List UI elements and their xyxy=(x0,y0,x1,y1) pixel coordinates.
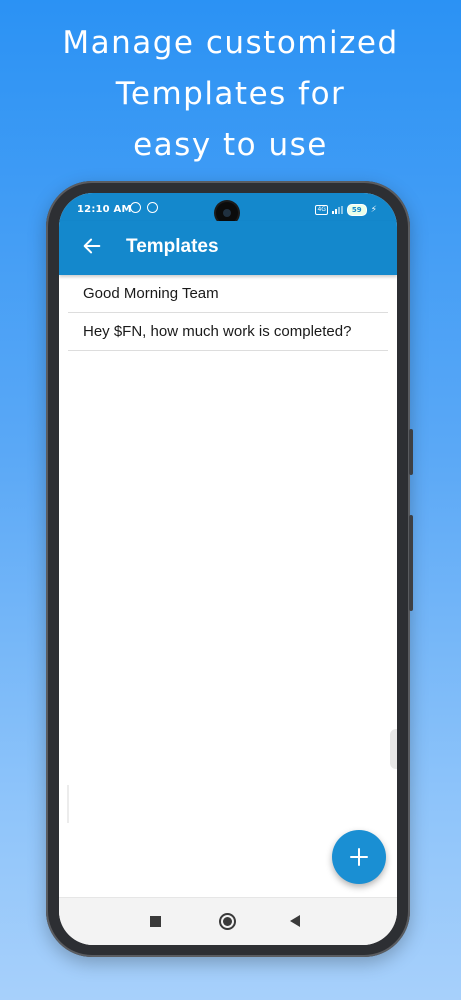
phone-volume-button xyxy=(409,429,413,475)
phone-power-button xyxy=(409,515,413,611)
signal-icon xyxy=(331,206,343,214)
add-template-button[interactable] xyxy=(332,830,386,884)
battery-icon: 59 xyxy=(346,204,367,216)
arrow-left-icon[interactable] xyxy=(81,235,103,257)
template-item-text: Good Morning Team xyxy=(83,285,219,302)
plus-icon xyxy=(350,848,368,866)
scroll-indicator xyxy=(67,785,69,823)
template-item[interactable]: Hey $FN, how much work is completed? xyxy=(68,313,388,351)
status-time: 12:10 AM xyxy=(77,204,132,215)
page-title: Templates xyxy=(126,236,219,257)
template-item-text: Hey $FN, how much work is completed? xyxy=(83,323,352,340)
promo-line-1: Manage customized xyxy=(62,25,399,61)
template-item[interactable]: Good Morning Team xyxy=(68,275,388,313)
edge-panel-handle[interactable] xyxy=(390,729,397,769)
home-circle-icon[interactable] xyxy=(219,913,236,930)
status-icons: 4G 59 ⚡ xyxy=(315,204,377,216)
network-type-icon: 4G xyxy=(315,205,328,215)
phone-screen: 12:10 AM 4G 59 ⚡ Templates Good Morning … xyxy=(59,193,397,945)
phone-frame: 12:10 AM 4G 59 ⚡ Templates Good Morning … xyxy=(46,181,413,957)
recent-apps-square-icon[interactable] xyxy=(150,916,161,927)
template-list: Good Morning Team Hey $FN, how much work… xyxy=(68,275,388,351)
notification-icon xyxy=(130,202,141,213)
charging-icon: ⚡ xyxy=(370,204,377,215)
notification-icon xyxy=(147,202,158,213)
back-triangle-icon[interactable] xyxy=(290,915,300,927)
status-bar: 12:10 AM 4G 59 ⚡ xyxy=(59,193,397,224)
promo-line-3: easy to use xyxy=(133,127,328,163)
promo-headline: Manage customized Templates for easy to … xyxy=(0,18,461,171)
app-bar: Templates xyxy=(59,221,397,275)
promo-line-2: Templates for xyxy=(115,76,346,112)
system-nav-bar xyxy=(59,897,397,945)
